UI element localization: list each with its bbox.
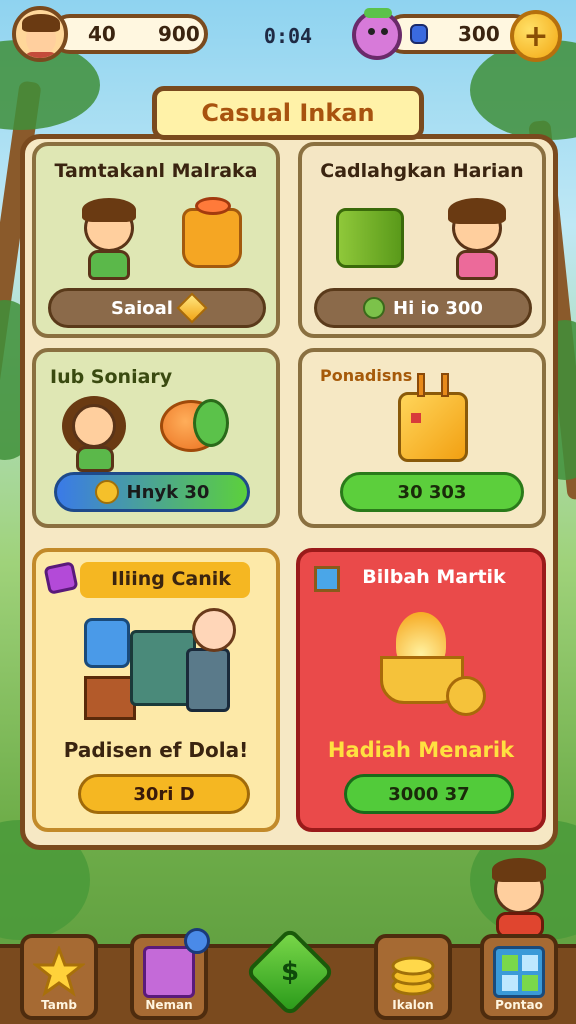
coin-stack-icon [336, 208, 404, 268]
card-title: Bilbah Martik [362, 566, 506, 588]
card-button-label: 30 303 [397, 481, 467, 503]
card-icon [143, 946, 195, 998]
card-button[interactable]: Hi io 300 [314, 288, 532, 328]
card-button[interactable]: Saioal [48, 288, 266, 328]
event-card-6[interactable]: Bilbah Martik Hadiah Menarik 3000 37 [296, 548, 546, 832]
match-timer: 0:04 [263, 24, 313, 48]
card-button-label: Hnyk 30 [126, 481, 210, 503]
diamond-icon [176, 292, 208, 324]
card-button-label: 3000 37 [388, 783, 470, 805]
card-title: Iub Soniary [50, 366, 173, 388]
robot-toy-icon [398, 373, 468, 462]
pet-avatar[interactable] [352, 8, 402, 60]
nav-label: Pontao [495, 998, 543, 1012]
card-title: Ponadisns [320, 366, 413, 385]
card-button[interactable]: 3000 37 [344, 774, 514, 814]
right-currency-value: 300 [458, 22, 500, 46]
card-button-label: Hi io 300 [393, 297, 483, 319]
leaf-gem-icon [363, 297, 386, 319]
dollar-gem-icon: $ [280, 957, 300, 987]
card-button[interactable]: Hnyk 30 [54, 472, 250, 512]
nav-label: Tamb [41, 998, 77, 1012]
nav-label: Neman [145, 998, 193, 1012]
currency-bar-left: 40 900 [50, 14, 208, 54]
flame-cup-icon [374, 612, 504, 732]
nav-item-ikalon[interactable]: Ikalon [374, 934, 452, 1020]
card-title: Cadlahgkan Harian [320, 160, 524, 182]
gem-icon [410, 24, 428, 44]
left-currency-value-2: 900 [158, 22, 200, 46]
coin-icon [94, 480, 119, 504]
event-card-2[interactable]: Cadlahgkan Harian Hi io 300 [298, 142, 546, 338]
nav-item-neman[interactable]: Neman [130, 928, 210, 1020]
blocks-toy-icon [80, 608, 250, 728]
page-title: Casual Inkan [152, 86, 424, 140]
card-button[interactable]: 30 303 [340, 472, 524, 512]
add-currency-button[interactable]: + [510, 10, 562, 62]
grid-icon [493, 946, 545, 998]
event-card-4[interactable]: Ponadisns 30 303 [298, 348, 546, 528]
nav-item-pontao[interactable]: Pontao [480, 934, 558, 1020]
nav-label: Ikalon [392, 998, 434, 1012]
boy-character-icon [74, 196, 144, 282]
gift-bag-icon [182, 197, 242, 268]
card-title: Iliing Canik [111, 568, 231, 590]
girl-character-icon [442, 196, 512, 282]
star-icon [31, 944, 87, 998]
card-button-label: Saioal [111, 297, 173, 319]
coins-icon [387, 946, 439, 998]
notification-badge [184, 928, 210, 954]
girl-character-icon [60, 394, 130, 474]
left-currency-value: 40 [88, 22, 116, 46]
event-card-1[interactable]: Tamtakanl Malraka Saioal [32, 142, 280, 338]
event-card-5[interactable]: Iliing Canik Padisen ef Dola! 30ri D [32, 548, 280, 832]
card-button[interactable]: 30ri D [78, 774, 250, 814]
plus-icon: + [523, 18, 549, 54]
balloon-icon [160, 399, 229, 452]
mascot-character [488, 858, 554, 938]
card-subtitle: Hadiah Menarik [327, 738, 515, 762]
card-subtitle: Padisen ef Dola! [63, 738, 249, 762]
player-avatar[interactable] [12, 6, 68, 62]
event-card-3[interactable]: Iub Soniary Hnyk 30 [32, 348, 280, 528]
card-title: Tamtakanl Malraka [54, 160, 258, 182]
card-button-label: 30ri D [133, 783, 195, 805]
nav-item-tamb[interactable]: Tamb [20, 934, 98, 1020]
